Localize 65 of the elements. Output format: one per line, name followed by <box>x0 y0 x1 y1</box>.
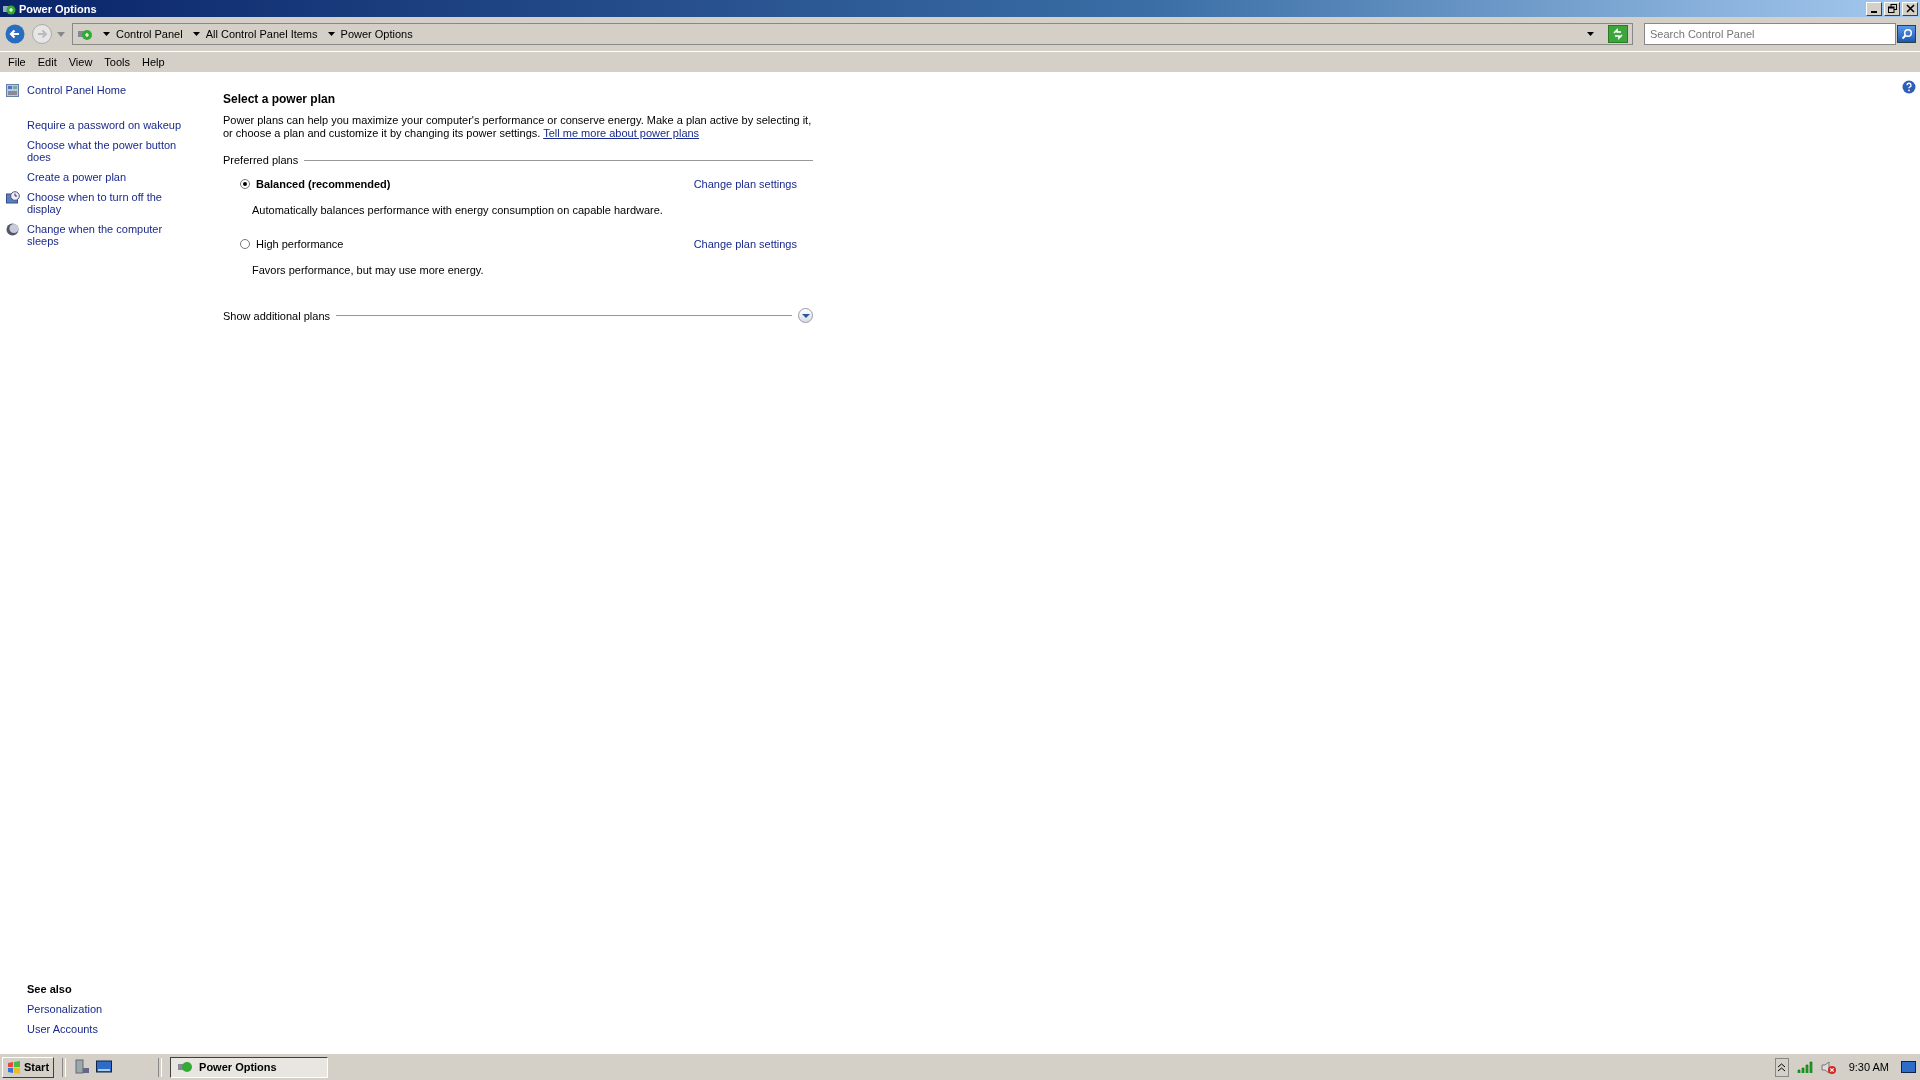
windows-flag-icon <box>7 1060 21 1074</box>
menu-item[interactable]: File <box>2 56 32 68</box>
chevron-icon <box>1778 1062 1786 1072</box>
sidebar-link[interactable]: Choose what the power button does <box>27 139 192 163</box>
see-also-link[interactable]: Personalization <box>27 1003 103 1015</box>
sidebar-link[interactable]: Create a power plan <box>27 171 192 183</box>
sidebar-link[interactable]: Change when the computer sleeps <box>27 223 192 247</box>
expander-label: Show additional plans <box>223 309 331 322</box>
desktop-icon[interactable] <box>96 1060 113 1074</box>
menu-item[interactable]: Tools <box>98 56 137 68</box>
change-plan-link[interactable]: Change plan settings <box>693 178 797 190</box>
moon-icon <box>6 223 19 236</box>
breadcrumb[interactable]: Power Options <box>340 28 413 40</box>
clock-time: 9:30 AM <box>1848 1061 1889 1073</box>
server-icon[interactable] <box>74 1059 91 1075</box>
radio-button[interactable] <box>240 179 250 189</box>
plan-description: Automatically balances performance with energy consumption on capable hardware. <box>251 203 664 218</box>
radio-button[interactable] <box>240 239 250 249</box>
page-heading: Select a power plan <box>223 92 337 106</box>
muted-speaker-icon[interactable] <box>1820 1059 1837 1075</box>
see-also-heading: See also <box>27 983 72 995</box>
back-button[interactable] <box>3 22 27 46</box>
restore-icon <box>1887 4 1897 13</box>
plan-name[interactable]: High performance <box>256 238 344 250</box>
caret-icon[interactable] <box>103 32 110 36</box>
signal-icon[interactable] <box>1796 1060 1813 1074</box>
taskbar-button[interactable]: Power Options <box>170 1056 329 1078</box>
window-title: Power Options <box>19 2 97 15</box>
menu-item[interactable]: View <box>62 56 99 68</box>
search-button[interactable] <box>1897 25 1916 43</box>
menu-item[interactable]: Edit <box>31 56 63 68</box>
chevron-icon <box>801 312 810 319</box>
help-link[interactable]: Tell me more about power plans <box>543 127 700 139</box>
change-plan-link[interactable]: Change plan settings <box>693 238 797 250</box>
dropdown-icon[interactable] <box>1587 32 1594 36</box>
show-desktop-icon[interactable] <box>1901 1061 1916 1073</box>
plan-name[interactable]: Balanced (recommended) <box>256 178 391 190</box>
sidebar-link[interactable]: Choose when to turn off the display <box>27 191 192 215</box>
breadcrumb[interactable]: Control Panel <box>116 28 183 40</box>
close-icon <box>1905 4 1915 13</box>
close-button[interactable] <box>1902 1 1918 16</box>
restore-button[interactable] <box>1884 1 1900 16</box>
minimize-icon <box>1871 10 1877 13</box>
menu-item[interactable]: Help <box>136 56 171 68</box>
group-label: Preferred plans <box>223 154 299 166</box>
minimize-button[interactable] <box>1866 1 1882 16</box>
sidebar-link[interactable]: Control Panel Home <box>27 84 192 96</box>
plan-description: Favors performance, but may use more energy. <box>251 263 485 278</box>
address-field[interactable]: Control Panel All Control Panel Items Power Options <box>72 23 1633 45</box>
search-icon <box>1900 28 1913 40</box>
clock-icon <box>6 191 20 204</box>
intro-text: Power plans can help you maximize your computer's performance or conserve energy. Make a plan active by selecting it, or choose a plan and customize it by changing its power settings. Tell me more about power plans <box>223 114 813 140</box>
see-also-link[interactable]: User Accounts <box>27 1023 98 1035</box>
start-button[interactable]: Start <box>2 1056 55 1078</box>
help-icon[interactable] <box>1902 80 1916 94</box>
refresh-icon <box>1612 28 1624 40</box>
search-field[interactable]: Search Control Panel <box>1644 23 1896 45</box>
refresh-button[interactable] <box>1608 25 1628 43</box>
control-panel-icon <box>6 84 19 97</box>
sidebar-link[interactable]: Require a password on wakeup <box>27 119 192 131</box>
caret-icon[interactable] <box>192 32 200 36</box>
expand-button[interactable] <box>798 308 813 323</box>
breadcrumb[interactable]: All Control Panel Items <box>205 28 318 40</box>
chevron-button[interactable] <box>1774 1057 1789 1077</box>
caret-icon[interactable] <box>327 32 335 36</box>
